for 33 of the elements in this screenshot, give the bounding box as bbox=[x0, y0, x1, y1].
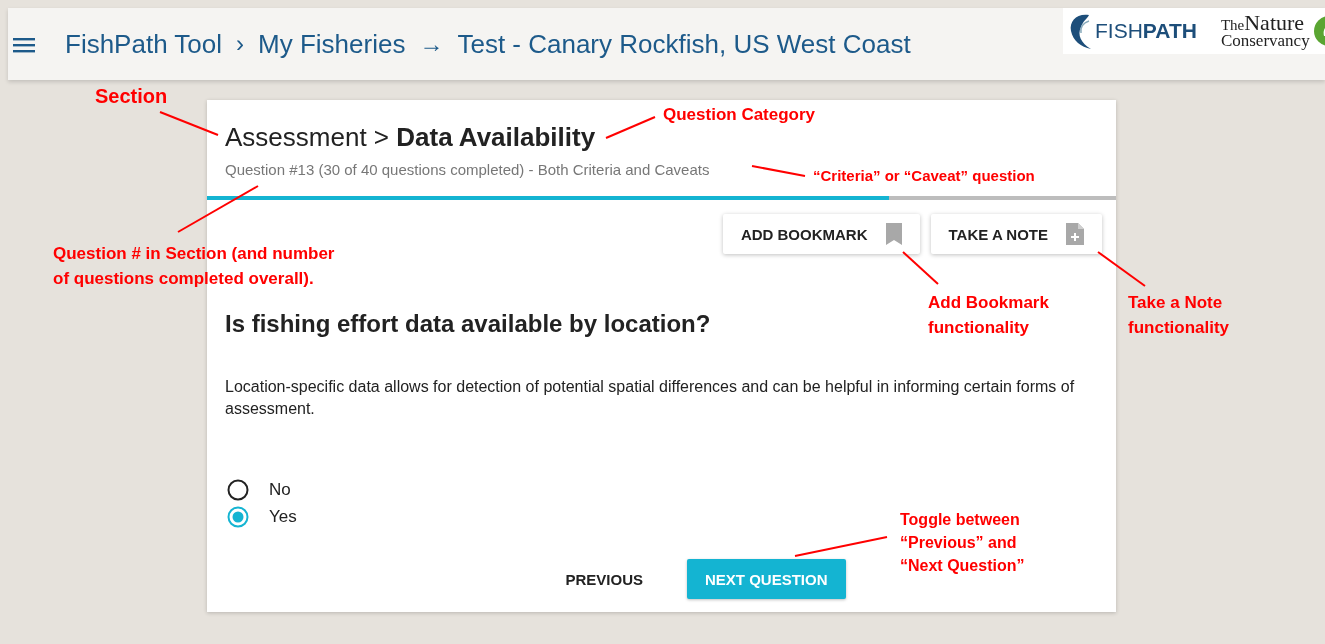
take-note-button[interactable]: TAKE A NOTE bbox=[930, 214, 1102, 254]
question-text: Is fishing effort data available by location? bbox=[225, 310, 711, 338]
nature-conservancy-logo: TheNature Conservancy bbox=[1220, 14, 1310, 48]
annotation-text: Section bbox=[95, 84, 168, 109]
breadcrumb-link[interactable]: My Fisheries bbox=[258, 28, 406, 60]
option-label[interactable]: No bbox=[269, 480, 291, 500]
breadcrumb-link[interactable]: FishPath Tool bbox=[65, 28, 223, 60]
question-subtitle: Question #13 (30 of 40 questions completed) - Both Criteria and Caveats bbox=[225, 161, 710, 178]
bookmark-icon bbox=[885, 223, 902, 245]
annotation-text: Add Bookmark functionality bbox=[928, 292, 1050, 339]
breadcrumb-separator: › bbox=[236, 30, 245, 58]
leader-line bbox=[902, 251, 939, 285]
note-add-icon bbox=[1066, 223, 1084, 245]
annotation-text: Take a Note functionality bbox=[1128, 292, 1231, 339]
annotation-text: Question # in Section (and number of questions completed overall). bbox=[53, 243, 336, 290]
leader-line bbox=[159, 111, 219, 136]
annotation-text: Toggle between “Previous” and “Next Question” bbox=[900, 510, 1026, 576]
menu-icon[interactable] bbox=[13, 37, 35, 53]
annotation-text: Question Category bbox=[663, 104, 816, 126]
leader-line bbox=[751, 165, 806, 177]
radio-button[interactable] bbox=[227, 479, 249, 501]
previous-button[interactable]: PREVIOUS bbox=[547, 559, 661, 599]
question-description: Location-specific data allows for detection of potential spatial differences and can be helpful in informing certain forms of assessment. bbox=[225, 377, 1076, 419]
fishpath-logo: FISHPATH bbox=[1063, 11, 1197, 51]
add-bookmark-button[interactable]: ADD BOOKMARK bbox=[722, 214, 920, 254]
annotation-text: “Criteria” or “Caveat” question bbox=[813, 166, 1035, 186]
radio-button[interactable] bbox=[227, 506, 249, 528]
option-label[interactable]: Yes bbox=[269, 507, 297, 527]
leader-line bbox=[1097, 251, 1146, 287]
leader-line bbox=[605, 116, 656, 139]
breadcrumb-separator: → bbox=[419, 30, 444, 58]
breadcrumb-link[interactable]: Test - Canary Rockfish, US West Coast bbox=[457, 28, 911, 60]
card-title: Assessment > Data Availability bbox=[225, 122, 596, 153]
